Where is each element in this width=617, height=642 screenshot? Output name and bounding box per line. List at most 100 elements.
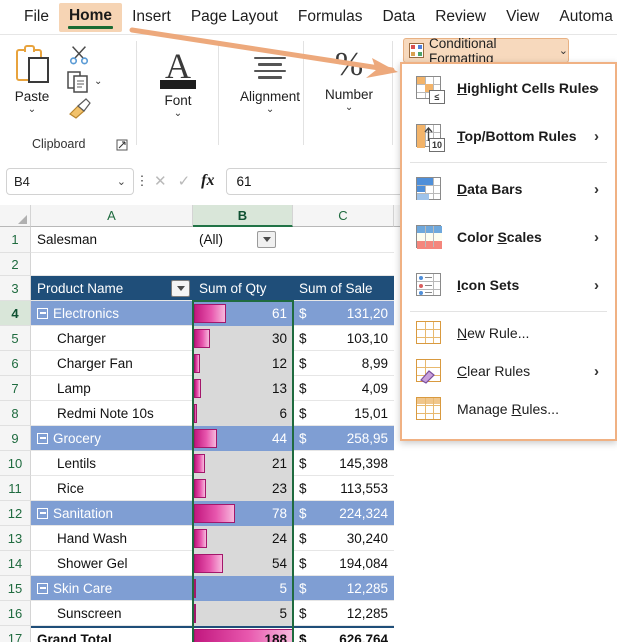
table-row[interactable]: Skin Care <box>31 576 193 601</box>
conditional-formatting-button[interactable]: Conditional Formatting ⌄ <box>403 36 569 66</box>
cell-c6-sales[interactable]: $8,99 <box>293 351 394 376</box>
table-row[interactable]: Lamp <box>31 376 193 401</box>
ribbon-group-font[interactable]: A Font ⌄ <box>140 37 216 155</box>
cut-button[interactable] <box>68 43 90 70</box>
name-box[interactable]: B4 ⌄ <box>6 167 134 195</box>
data-bar-cell-b16[interactable]: 5 <box>193 601 293 626</box>
cell-c10-sales[interactable]: $145,398 <box>293 451 394 476</box>
cancel-icon[interactable]: ✕ <box>154 172 167 190</box>
data-bar-cell-b6[interactable]: 12 <box>193 351 293 376</box>
cell-c8-sales[interactable]: $15,01 <box>293 401 394 426</box>
column-header-a[interactable]: A <box>31 205 193 227</box>
chevron-down-icon[interactable]: ⌄ <box>117 175 126 188</box>
row-header-8[interactable]: 8 <box>0 401 31 426</box>
data-bar-cell-b15[interactable]: 5 <box>193 576 293 601</box>
table-row[interactable]: Charger <box>31 326 193 351</box>
cell-c3-header[interactable]: Sum of Sale <box>293 276 394 301</box>
column-header-c[interactable]: C <box>293 205 394 227</box>
row-header-7[interactable]: 7 <box>0 376 31 401</box>
data-bar-cell-b13[interactable]: 24 <box>193 526 293 551</box>
cell-b3-header[interactable]: Sum of Qty <box>193 276 293 301</box>
collapse-icon[interactable] <box>37 432 48 444</box>
tab-data[interactable]: Data <box>372 4 425 30</box>
enter-icon[interactable]: ✓ <box>178 172 191 190</box>
tab-file[interactable]: File <box>14 4 59 30</box>
ribbon-group-number[interactable]: % Number ⌄ <box>307 37 389 155</box>
select-all-corner[interactable] <box>0 205 31 227</box>
copy-button[interactable]: ⌄ <box>66 69 102 93</box>
tab-formulas[interactable]: Formulas <box>288 4 373 30</box>
format-painter-button[interactable] <box>66 97 92 124</box>
row-header-13[interactable]: 13 <box>0 526 31 551</box>
data-bar-cell-b4[interactable]: 61 <box>193 301 293 326</box>
cell-c7-sales[interactable]: $4,09 <box>293 376 394 401</box>
data-bar-cell-b10[interactable]: 21 <box>193 451 293 476</box>
row-header-17[interactable]: 17 <box>0 626 31 642</box>
menu-item-top-bottom-rules[interactable]: 10 Top/Bottom Rules › <box>402 112 615 160</box>
data-bar-cell-b9[interactable]: 44 <box>193 426 293 451</box>
menu-item-icon-sets[interactable]: Icon Sets › <box>402 261 615 309</box>
row-header-15[interactable]: 15 <box>0 576 31 601</box>
insert-function-icon[interactable]: fx <box>201 172 214 190</box>
menu-item-color-scales[interactable]: Color Scales › <box>402 213 615 261</box>
cell-b1-filter-value[interactable]: (All) <box>193 227 394 253</box>
cell-c4-sales[interactable]: $131,20 <box>293 301 394 326</box>
more-options-icon[interactable]: ⋮ <box>134 173 150 189</box>
pivot-filter-button-product-name[interactable] <box>171 280 190 297</box>
row-header-3[interactable]: 3 <box>0 276 31 301</box>
clipboard-dialog-launcher-icon[interactable] <box>116 139 128 151</box>
tab-automate[interactable]: Automa <box>549 4 617 30</box>
table-row[interactable]: Sunscreen <box>31 601 193 626</box>
row-header-2[interactable]: 2 <box>0 253 31 276</box>
tab-home[interactable]: Home <box>58 2 123 32</box>
row-header-1[interactable]: 1 <box>0 227 31 253</box>
data-bar-cell-b7[interactable]: 13 <box>193 376 293 401</box>
row-header-6[interactable]: 6 <box>0 351 31 376</box>
row-header-9[interactable]: 9 <box>0 426 31 451</box>
column-header-b[interactable]: B <box>193 205 293 227</box>
cell-c15-sales[interactable]: $12,285 <box>293 576 394 601</box>
row-header-4[interactable]: 4 <box>0 301 31 326</box>
table-row-grand-total[interactable]: Grand Total <box>31 626 193 642</box>
cell-c11-sales[interactable]: $113,553 <box>293 476 394 501</box>
cell-c17-sales[interactable]: $626,764 <box>293 626 394 642</box>
cell-c9-sales[interactable]: $258,95 <box>293 426 394 451</box>
collapse-icon[interactable] <box>37 507 48 519</box>
table-row[interactable]: Redmi Note 10s <box>31 401 193 426</box>
tab-insert[interactable]: Insert <box>122 4 181 30</box>
row-header-14[interactable]: 14 <box>0 551 31 576</box>
table-row[interactable]: Charger Fan <box>31 351 193 376</box>
data-bar-cell-b14[interactable]: 54 <box>193 551 293 576</box>
menu-item-highlight-cells-rules[interactable]: ≤ Highlight Cells Rules › <box>402 64 615 112</box>
cell-c12-sales[interactable]: $224,324 <box>293 501 394 526</box>
cell-a1-filter-label[interactable]: Salesman <box>31 227 193 253</box>
table-row[interactable]: Grocery <box>31 426 193 451</box>
pivot-filter-button-salesman[interactable] <box>257 231 276 248</box>
tab-review[interactable]: Review <box>425 4 496 30</box>
row-header-12[interactable]: 12 <box>0 501 31 526</box>
collapse-icon[interactable] <box>37 307 48 319</box>
row-header-10[interactable]: 10 <box>0 451 31 476</box>
collapse-icon[interactable] <box>37 582 48 594</box>
table-row[interactable]: Rice <box>31 476 193 501</box>
cell-c5-sales[interactable]: $103,10 <box>293 326 394 351</box>
table-row[interactable]: Lentils <box>31 451 193 476</box>
row-header-5[interactable]: 5 <box>0 326 31 351</box>
menu-item-clear-rules[interactable]: Clear Rules › <box>402 352 615 390</box>
menu-item-data-bars[interactable]: Data Bars › <box>402 165 615 213</box>
data-bar-cell-b17[interactable]: 188 <box>193 626 293 642</box>
cell-a3-header[interactable]: Product Name <box>31 276 193 301</box>
tab-page-layout[interactable]: Page Layout <box>181 4 288 30</box>
cell-c13-sales[interactable]: $30,240 <box>293 526 394 551</box>
row-header-11[interactable]: 11 <box>0 476 31 501</box>
tab-view[interactable]: View <box>496 4 549 30</box>
paste-button[interactable]: Paste ⌄ <box>12 45 52 115</box>
menu-item-manage-rules[interactable]: Manage Rules... <box>402 390 615 428</box>
menu-item-new-rule[interactable]: New Rule... <box>402 314 615 352</box>
data-bar-cell-b11[interactable]: 23 <box>193 476 293 501</box>
ribbon-group-alignment[interactable]: Alignment ⌄ <box>222 37 302 155</box>
table-row[interactable]: Electronics <box>31 301 193 326</box>
cell-c14-sales[interactable]: $194,084 <box>293 551 394 576</box>
table-row[interactable]: Shower Gel <box>31 551 193 576</box>
row-header-16[interactable]: 16 <box>0 601 31 626</box>
